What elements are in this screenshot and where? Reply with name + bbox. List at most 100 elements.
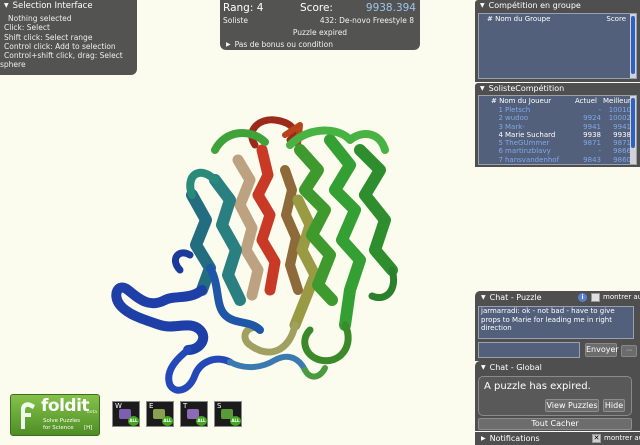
solo-col-best: Meilleur bbox=[603, 97, 631, 105]
solo-list-header: # Nom du Joueur Actuel Meilleur bbox=[479, 96, 636, 106]
protein-strand-green-3 bbox=[354, 144, 398, 276]
triangle-down-icon[interactable]: ▼ bbox=[480, 0, 485, 12]
triangle-down-icon[interactable]: ▼ bbox=[480, 83, 485, 95]
puzzle-name: 432: De-novo Freestyle 8 bbox=[319, 16, 414, 25]
all-badge: ALL bbox=[230, 416, 241, 426]
selection-help-line: Click: Select bbox=[4, 23, 50, 33]
table-row[interactable]: 3 Mark- 9941 9941 bbox=[479, 123, 636, 131]
triangle-down-icon[interactable]: ▼ bbox=[4, 0, 9, 12]
notifications-title: Notifications bbox=[489, 434, 540, 443]
show-others-checkbox[interactable] bbox=[591, 293, 600, 302]
solo-list[interactable]: # Nom du Joueur Actuel Meilleur 1 Pletsch… bbox=[478, 95, 637, 165]
solo-col-current: Actuel bbox=[575, 97, 597, 105]
player-current: 9871 bbox=[583, 139, 601, 148]
score-value: 9938.394 bbox=[365, 2, 416, 14]
hide-button[interactable]: Hide bbox=[603, 399, 625, 412]
table-row[interactable]: 2 wudoo 9924 10002 bbox=[479, 114, 636, 122]
chat-global-title: Chat - Global bbox=[489, 363, 542, 372]
table-row[interactable]: 1 Pletsch -10010 bbox=[479, 106, 636, 114]
player-name: wudoo bbox=[505, 114, 529, 123]
e-all-button[interactable]: E ALL bbox=[146, 401, 174, 427]
logo-tagline: Solve Puzzles bbox=[43, 418, 81, 424]
group-col-name: # Nom du Groupe bbox=[487, 15, 551, 23]
all-badge: ALL bbox=[162, 416, 173, 426]
player-name: hansvandenhof bbox=[505, 155, 560, 164]
protein-loop-olive bbox=[368, 266, 397, 301]
player-best: 10010 bbox=[608, 106, 631, 114]
chat-line: direction bbox=[481, 324, 512, 332]
info-icon[interactable]: i bbox=[578, 293, 587, 302]
chat-menu-button[interactable]: ⋯ bbox=[621, 345, 637, 357]
solo-competition-title: SolisteCompétition bbox=[488, 84, 565, 93]
group-list-scrollbar[interactable] bbox=[630, 14, 636, 78]
player-current: 9941 bbox=[583, 122, 601, 131]
table-row[interactable]: 6 martinzblavy - 9866 bbox=[479, 147, 636, 155]
player-current: - bbox=[598, 147, 601, 156]
hide-all-button[interactable]: Tout Cacher bbox=[478, 418, 632, 430]
t-all-button[interactable]: T ALL bbox=[180, 401, 208, 427]
player-name: Marie Suchard bbox=[505, 130, 556, 139]
notifications-show-label: montrer aut bbox=[604, 434, 640, 442]
triangle-down-icon[interactable]: ▼ bbox=[481, 291, 486, 304]
protein-helix-blue bbox=[111, 282, 209, 355]
notification-message: A puzzle has expired. bbox=[484, 381, 591, 392]
player-name: Mark- bbox=[505, 122, 525, 131]
chat-log[interactable]: jarmarradi: ok - not bad - have to give … bbox=[478, 306, 634, 339]
player-current: 9924 bbox=[583, 114, 601, 123]
table-row[interactable]: 7 hansvandenhof 9843 9860 bbox=[479, 156, 636, 164]
foldit-logo-mark-icon bbox=[21, 402, 35, 429]
player-rank: 6 bbox=[498, 147, 503, 156]
scrollbar-thumb[interactable] bbox=[631, 98, 635, 148]
logo-badge: [H] bbox=[84, 425, 93, 431]
logo-beta: beta bbox=[87, 410, 98, 415]
shake-all-button[interactable]: S ALL bbox=[214, 401, 242, 427]
foldit-logo[interactable]: foldit beta Solve Puzzles for Science [H… bbox=[10, 394, 100, 436]
chat-global-panel: A puzzle has expired. View Puzzles Hide … bbox=[475, 374, 640, 431]
chat-puzzle-header[interactable]: ▼Chat - Puzzle i montrer aut bbox=[475, 291, 640, 304]
score-label: Score: bbox=[300, 2, 333, 14]
view-puzzles-button[interactable]: View Puzzles bbox=[545, 399, 599, 412]
notifications-header[interactable]: ▶Notifications ✕ montrer aut bbox=[475, 432, 640, 445]
player-rank: 5 bbox=[498, 139, 503, 148]
chat-line: props to Marie for leading me in right bbox=[481, 315, 612, 324]
player-best: 10002 bbox=[608, 114, 631, 123]
group-col-score: Score bbox=[606, 15, 626, 23]
chat-global-header[interactable]: ▼ Chat - Global bbox=[475, 361, 640, 374]
wiggle-all-button[interactable]: W ALL bbox=[112, 401, 140, 427]
send-button[interactable]: Envoyer bbox=[585, 343, 619, 357]
selection-panel-header[interactable]: ▼ Selection Interface bbox=[0, 0, 137, 12]
solo-col-name: # Nom du Joueur bbox=[491, 97, 552, 105]
triangle-right-icon[interactable]: ▶ bbox=[481, 432, 486, 445]
notification-popup: A puzzle has expired. View Puzzles Hide bbox=[478, 376, 632, 416]
selection-help-line: Control+shift click, drag: Select bbox=[4, 51, 123, 61]
show-others-label: montrer aut bbox=[603, 293, 640, 301]
player-current: 9843 bbox=[583, 155, 601, 164]
scrollbar-thumb[interactable] bbox=[631, 16, 635, 74]
player-rank: 2 bbox=[498, 114, 503, 123]
group-competition-panel: # Nom du Groupe Score bbox=[475, 12, 640, 82]
notifications-checkbox[interactable]: ✕ bbox=[592, 434, 601, 443]
protein-loop-midblue bbox=[172, 249, 194, 274]
table-row-self[interactable]: 4 Marie Suchard 9938 9938 bbox=[479, 131, 636, 139]
triangle-right-icon[interactable]: ▶ bbox=[226, 41, 231, 48]
selection-panel-title: Selection Interface bbox=[12, 1, 93, 11]
group-competition-header[interactable]: ▼ Compétition en groupe bbox=[475, 0, 640, 12]
solo-list-scrollbar[interactable] bbox=[630, 96, 636, 164]
group-list[interactable]: # Nom du Groupe Score bbox=[478, 13, 637, 79]
group-list-header: # Nom du Groupe Score bbox=[479, 14, 636, 24]
player-name: Pletsch bbox=[505, 106, 531, 114]
chat-puzzle-panel: jarmarradi: ok - not bad - have to give … bbox=[475, 304, 640, 361]
selection-help-line: Shift click: Select range bbox=[4, 32, 93, 42]
group-competition-title: Compétition en groupe bbox=[488, 1, 581, 10]
triangle-down-icon[interactable]: ▼ bbox=[481, 361, 486, 374]
chat-input[interactable] bbox=[478, 342, 580, 358]
chat-line: jarmarradi: ok - not bad - have to give bbox=[481, 307, 615, 315]
bonus-toggle[interactable]: ▶ Pas de bonus ou condition bbox=[226, 40, 333, 49]
table-row[interactable]: 5 TheGUmmer 9871 9871 bbox=[479, 139, 636, 147]
protein-strand-tan bbox=[232, 154, 264, 301]
player-best: 9860 bbox=[613, 155, 631, 164]
solo-competition-header[interactable]: ▼ SolisteCompétition bbox=[475, 83, 640, 95]
selection-interface-panel: ▼ Selection Interface Nothing selected Cl… bbox=[0, 0, 137, 75]
player-current: 9938 bbox=[583, 130, 601, 139]
player-best: 9866 bbox=[613, 147, 631, 156]
